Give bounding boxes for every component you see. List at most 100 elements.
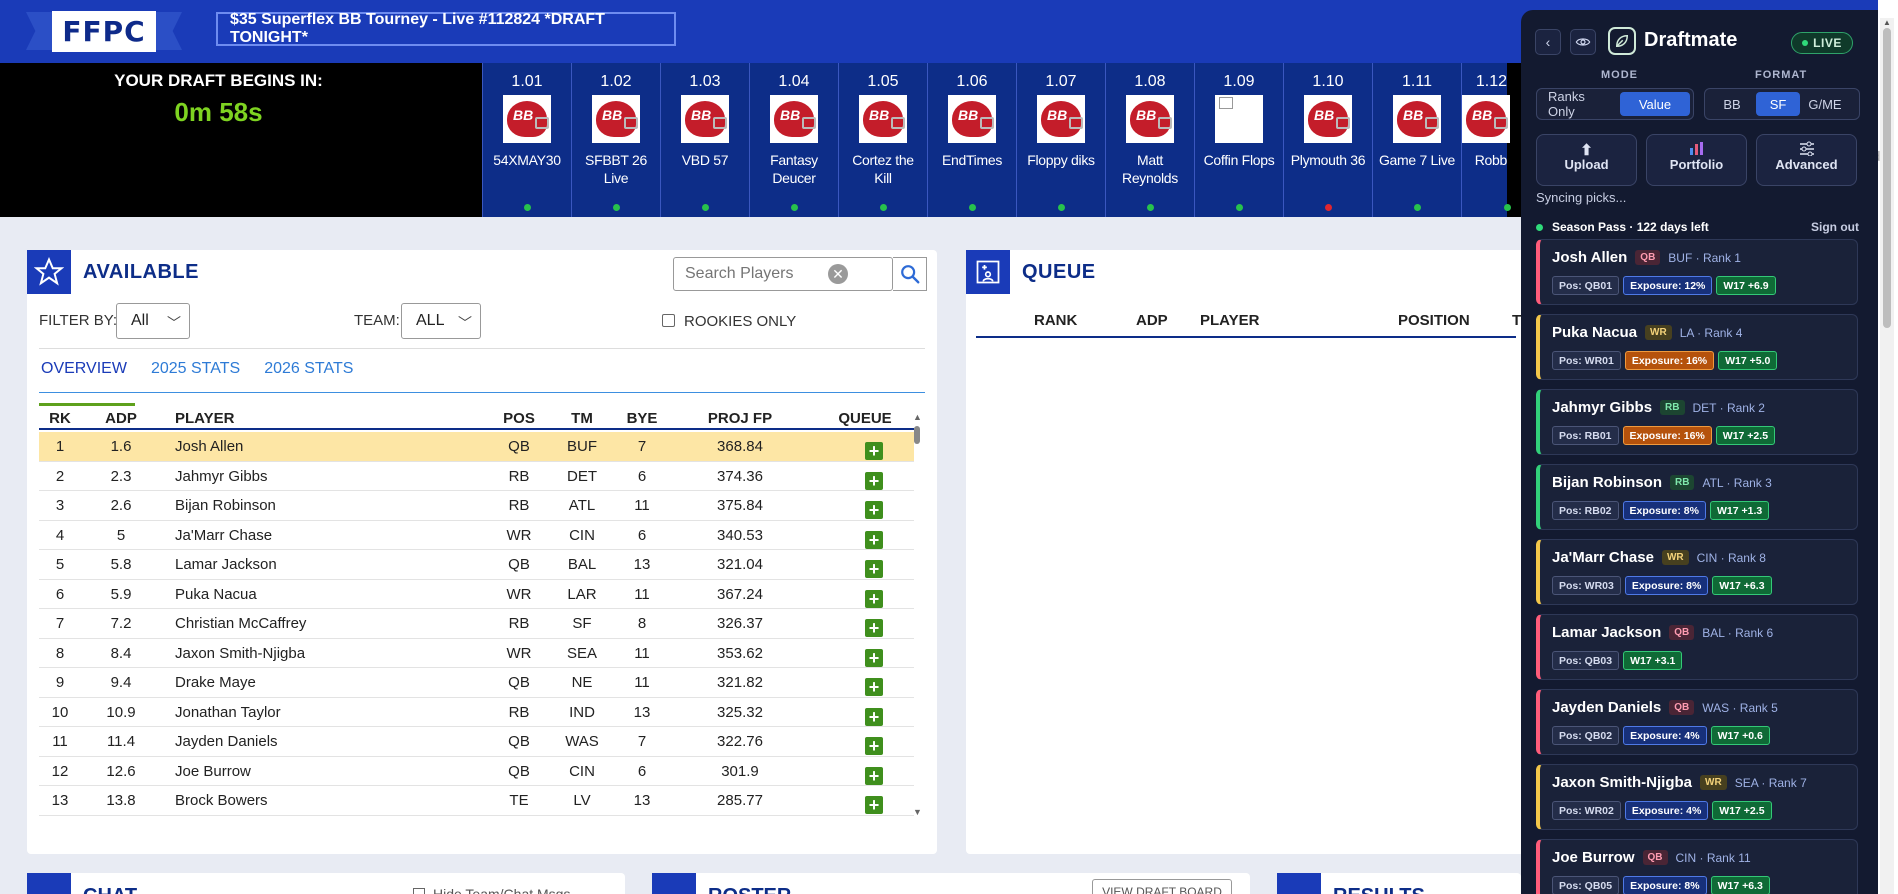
table-row[interactable]: 9 9.4 Drake Maye QB NE 11 321.82 + <box>39 668 914 698</box>
table-row[interactable]: 3 2.6 Bijan Robinson RB ATL 11 375.84 + <box>39 491 914 521</box>
cell-player[interactable]: Josh Allen <box>175 438 243 455</box>
col-rk[interactable]: RK <box>39 410 81 427</box>
cell-player[interactable]: Lamar Jackson <box>175 556 277 573</box>
search-button[interactable] <box>893 257 927 291</box>
add-to-queue-icon[interactable]: + <box>865 501 883 519</box>
cell-player[interactable]: Jahmyr Gibbs <box>175 468 268 485</box>
pick-slot[interactable]: 1.07 BB Floppy diks <box>1016 63 1105 217</box>
table-row[interactable]: 2 2.3 Jahmyr Gibbs RB DET 6 374.36 + <box>39 462 914 491</box>
cell-player[interactable]: Christian McCaffrey <box>175 615 306 632</box>
pick-slot[interactable]: 1.02 BB SFBBT 26 Live <box>571 63 660 217</box>
mode-value[interactable]: Value <box>1620 92 1690 116</box>
player-card[interactable]: Lamar Jackson QB BAL · Rank 6 Pos: QB03 W17 … <box>1536 614 1858 680</box>
col-bye[interactable]: BYE <box>617 410 667 427</box>
table-row[interactable]: 8 8.4 Jaxon Smith-Njigba WR SEA 11 353.62 + <box>39 639 914 668</box>
visibility-button[interactable] <box>1570 29 1596 55</box>
table-row[interactable]: 13 13.8 Brock Bowers TE LV 13 285.77 + <box>39 786 914 816</box>
pick-slot[interactable]: 1.09 Coffin Flops <box>1194 63 1283 217</box>
pick-slot[interactable]: 1.04 BB Fantasy Deucer <box>749 63 838 217</box>
cell-player[interactable]: Brock Bowers <box>175 792 268 809</box>
pick-slot[interactable]: 1.01 BB 54XMAY30 <box>482 63 571 217</box>
tab-2025-stats[interactable]: 2025 STATS <box>149 354 242 394</box>
upload-button[interactable]: ⬆ Upload <box>1536 134 1637 186</box>
filter-select[interactable]: All ﹀ <box>116 303 190 339</box>
table-row[interactable]: 12 12.6 Joe Burrow QB CIN 6 301.9 + <box>39 757 914 786</box>
table-row[interactable]: 7 7.2 Christian McCaffrey RB SF 8 326.37 + <box>39 609 914 639</box>
table-row[interactable]: 6 5.9 Puka Nacua WR LAR 11 367.24 + <box>39 580 914 609</box>
portfolio-button[interactable]: Portfolio <box>1646 134 1747 186</box>
cell-player[interactable]: Bijan Robinson <box>175 497 276 514</box>
table-row[interactable]: 4 5 Ja'Marr Chase WR CIN 6 340.53 + <box>39 521 914 550</box>
cell-player[interactable]: Jonathan Taylor <box>175 704 281 721</box>
player-card[interactable]: Jayden Daniels QB WAS · Rank 5 Pos: QB02 Exp… <box>1536 689 1858 755</box>
scroll-up-icon[interactable]: ▲ <box>913 412 922 422</box>
player-card[interactable]: Puka Nacua WR LA · Rank 4 Pos: WR01 Exposure… <box>1536 314 1858 380</box>
cell-player[interactable]: Jaxon Smith-Njigba <box>175 645 305 662</box>
cell-player[interactable]: Drake Maye <box>175 674 256 691</box>
table-row[interactable]: 5 5.8 Lamar Jackson QB BAL 13 321.04 + <box>39 550 914 580</box>
col-pos[interactable]: POS <box>489 410 549 427</box>
back-button[interactable]: ‹ <box>1535 29 1561 55</box>
rookies-checkbox[interactable] <box>662 314 675 327</box>
col-player[interactable]: PLAYER <box>175 410 234 427</box>
cell-player[interactable]: Jayden Daniels <box>175 733 278 750</box>
scroll-down-icon[interactable]: ▼ <box>913 807 922 817</box>
add-to-queue-icon[interactable]: + <box>865 560 883 578</box>
table-scrollbar[interactable]: ▲ ▼ <box>911 412 923 817</box>
sign-out-link[interactable]: Sign out <box>1811 220 1859 234</box>
pick-slot[interactable]: 1.12 BB Robb <box>1461 63 1511 217</box>
pick-slot[interactable]: 1.06 BB EndTimes <box>927 63 1016 217</box>
scroll-up-icon[interactable]: ▲ <box>1883 18 1891 27</box>
search-box: ✕ <box>673 257 893 291</box>
add-to-queue-icon[interactable]: + <box>865 471 883 490</box>
tab-overview[interactable]: OVERVIEW <box>39 354 135 406</box>
cell-rk: 8 <box>55 644 65 662</box>
add-to-queue-icon[interactable]: + <box>865 619 883 637</box>
table-row[interactable]: 10 10.9 Jonathan Taylor RB IND 13 325.32 + <box>39 698 914 727</box>
col-proj-fp[interactable]: PROJ FP <box>695 410 785 427</box>
add-to-queue-icon[interactable]: + <box>865 530 883 549</box>
add-to-queue-icon[interactable]: + <box>865 796 883 814</box>
format-sf[interactable]: SF <box>1756 92 1800 116</box>
view-draft-board-button[interactable]: VIEW DRAFT BOARD <box>1092 879 1232 894</box>
scroll-thumb[interactable] <box>914 426 920 444</box>
sidebar-scroll-thumb[interactable] <box>1883 28 1891 328</box>
col-adp[interactable]: ADP <box>91 410 151 427</box>
cell-player[interactable]: Joe Burrow <box>175 763 251 780</box>
col-tm[interactable]: TM <box>557 410 607 427</box>
pick-slot[interactable]: 1.11 BB Game 7 Live <box>1372 63 1461 217</box>
pick-slot[interactable]: 1.10 BB Plymouth 36 <box>1283 63 1372 217</box>
pick-slot[interactable]: 1.08 BB Matt Reynolds <box>1105 63 1194 217</box>
clear-search-icon[interactable]: ✕ <box>828 264 848 284</box>
card-player-name: Josh Allen <box>1552 249 1628 266</box>
add-to-queue-icon[interactable]: + <box>865 737 883 755</box>
cell-player[interactable]: Ja'Marr Chase <box>175 527 272 544</box>
player-card[interactable]: Joe Burrow QB CIN · Rank 11 Pos: QB05 Exposu… <box>1536 839 1858 894</box>
player-card[interactable]: Jahmyr Gibbs RB DET · Rank 2 Pos: RB01 Expos… <box>1536 389 1858 455</box>
tab-2026-stats[interactable]: 2026 STATS <box>262 354 355 394</box>
hide-msgs-checkbox[interactable] <box>413 888 425 894</box>
search-input[interactable] <box>674 265 824 283</box>
format-bb[interactable]: BB <box>1708 92 1756 116</box>
add-to-queue-icon[interactable]: + <box>865 648 883 667</box>
add-to-queue-icon[interactable]: + <box>865 589 883 608</box>
table-row[interactable]: 11 11.4 Jayden Daniels QB WAS 7 322.76 + <box>39 727 914 757</box>
table-row[interactable]: 1 1.6 Josh Allen QB BUF 7 368.84 + <box>39 432 914 462</box>
format-gme[interactable]: G/ME <box>1800 92 1850 116</box>
advanced-button[interactable]: Advanced <box>1756 134 1857 186</box>
pick-slot[interactable]: 1.05 BB Cortez the Kill <box>838 63 927 217</box>
sidebar-scrollbar[interactable]: ▲ <box>1880 18 1894 894</box>
add-to-queue-icon[interactable]: + <box>865 678 883 696</box>
pick-slot[interactable]: 1.03 BB VBD 57 <box>660 63 749 217</box>
add-to-queue-icon[interactable]: + <box>865 442 883 460</box>
player-card[interactable]: Ja'Marr Chase WR CIN · Rank 8 Pos: WR03 Expo… <box>1536 539 1858 605</box>
player-card[interactable]: Bijan Robinson RB ATL · Rank 3 Pos: RB02 Exp… <box>1536 464 1858 530</box>
add-to-queue-icon[interactable]: + <box>865 707 883 726</box>
team-select[interactable]: ALL ﹀ <box>401 303 481 339</box>
add-to-queue-icon[interactable]: + <box>865 766 883 785</box>
cell-player[interactable]: Puka Nacua <box>175 586 257 603</box>
mode-ranks-only[interactable]: Ranks Only <box>1540 89 1620 119</box>
player-card[interactable]: Josh Allen QB BUF · Rank 1 Pos: QB01 Exposur… <box>1536 239 1858 305</box>
ffpc-logo[interactable]: FFPC <box>26 10 182 52</box>
player-card[interactable]: Jaxon Smith-Njigba WR SEA · Rank 7 Pos: WR0… <box>1536 764 1858 830</box>
